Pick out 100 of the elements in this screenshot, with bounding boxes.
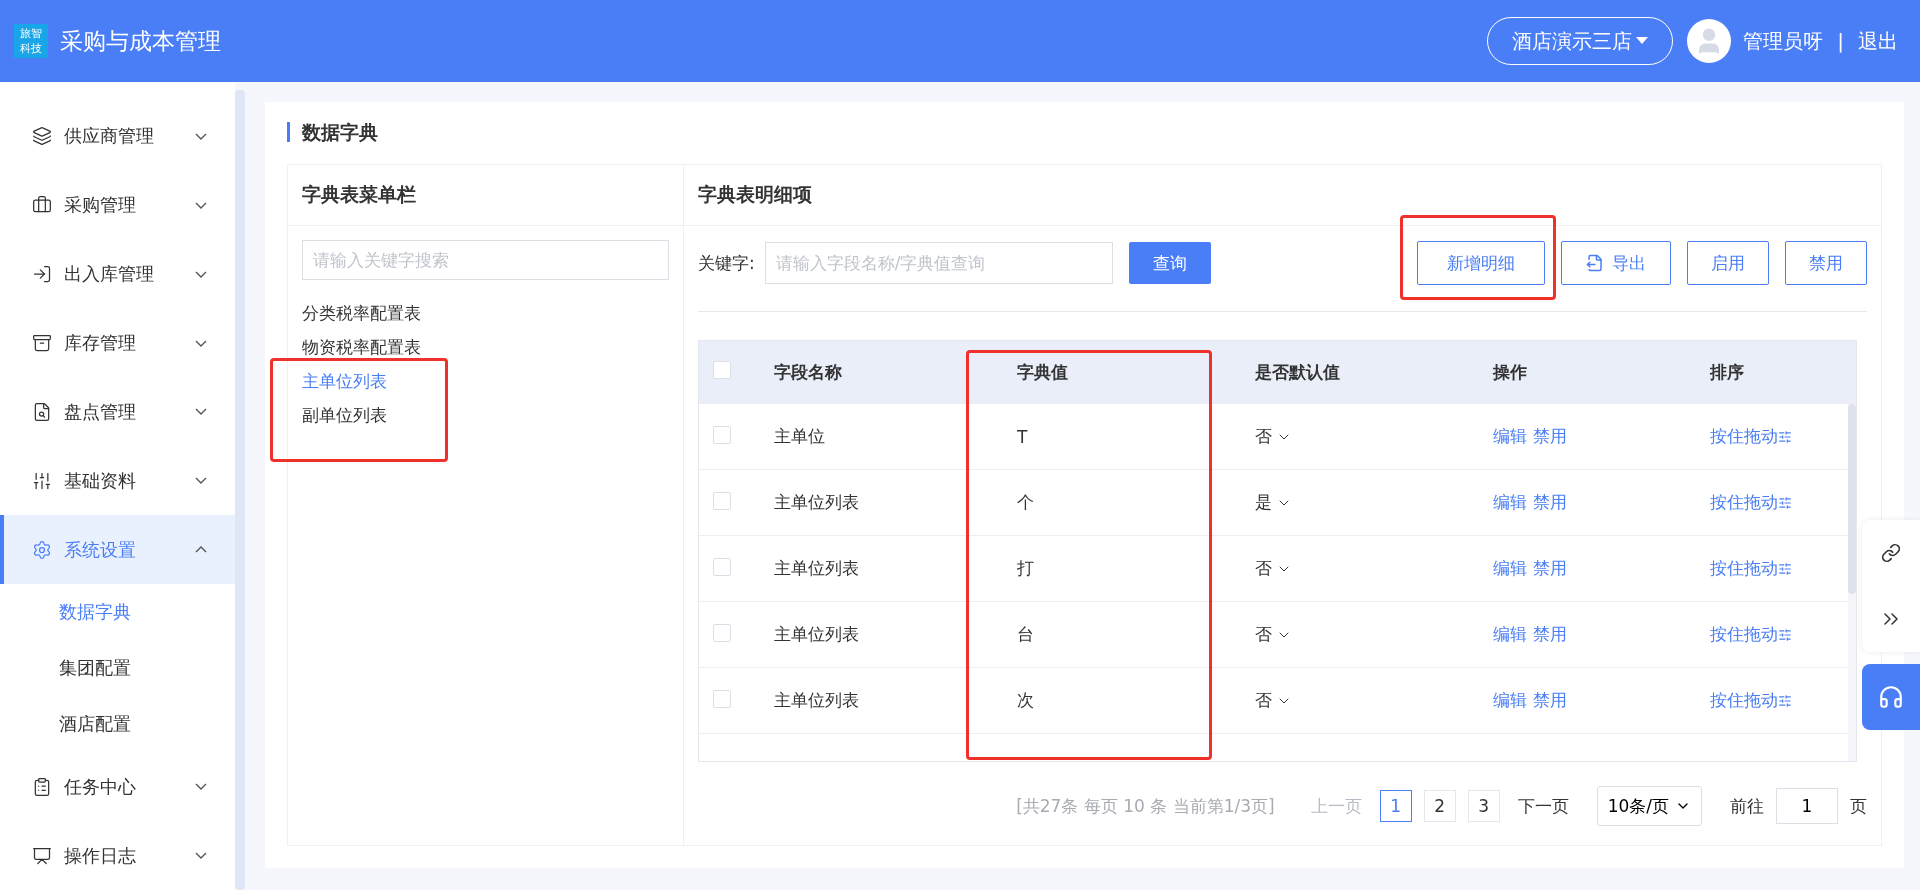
default-dropdown[interactable]: 否 — [1255, 623, 1292, 646]
query-button[interactable]: 查询 — [1128, 242, 1211, 284]
sidebar-item[interactable]: 基础资料 — [0, 446, 235, 516]
action-link[interactable]: 禁用 — [1533, 426, 1567, 446]
drag-handle[interactable]: 按住拖动 — [1710, 689, 1792, 712]
toolbar-button[interactable]: 禁用 — [1785, 241, 1867, 285]
sidebar-scrollbar[interactable] — [235, 90, 245, 890]
app-title: 采购与成本管理 — [60, 26, 222, 56]
column-header: 操作 — [1493, 360, 1528, 384]
table-cell-text: 主单位列表 — [774, 689, 860, 712]
sidebar-item[interactable]: 系统设置 — [0, 515, 235, 584]
sidebar-subitem[interactable]: 酒店配置 — [0, 696, 235, 753]
page-title: 数据字典 — [287, 122, 1882, 142]
door-arrow-icon — [32, 264, 52, 285]
checklist-icon — [32, 776, 52, 797]
table-cell-text: 个 — [1017, 491, 1035, 514]
sidebar-item[interactable]: 任务中心 — [0, 752, 235, 822]
column-header: 字段名称 — [774, 360, 843, 384]
column-header: 排序 — [1710, 360, 1745, 384]
action-link[interactable]: 禁用 — [1533, 492, 1567, 512]
table-cell-text: 次 — [1017, 689, 1035, 712]
toolbar-button[interactable]: 启用 — [1687, 241, 1769, 285]
action-link[interactable]: 编辑 — [1493, 624, 1527, 644]
document-search-icon — [32, 401, 52, 422]
drag-handle[interactable]: 按住拖动 — [1710, 425, 1792, 448]
page-suffix: 页 — [1850, 794, 1867, 818]
chevron-down-icon — [195, 852, 207, 860]
sidebar-item[interactable]: 操作日志 — [0, 821, 235, 890]
headset-icon — [1878, 684, 1904, 710]
page-number-field[interactable]: 1 — [1776, 788, 1838, 824]
export-button[interactable]: 导出 — [1561, 241, 1671, 285]
checkbox[interactable] — [713, 491, 731, 510]
sidebar-subitem[interactable]: 数据字典 — [0, 584, 235, 641]
table-cell-text: 主单位列表 — [774, 557, 860, 580]
action-link[interactable]: 禁用 — [1533, 690, 1567, 710]
sidebar-item[interactable]: 库存管理 — [0, 308, 235, 378]
table-cell-text: 台 — [1017, 623, 1035, 646]
sliders-icon — [1778, 693, 1792, 708]
table-cell-text: 主单位列表 — [774, 623, 860, 646]
page-button[interactable]: 1 — [1379, 790, 1412, 822]
dictionary-menu-item[interactable]: 物资税率配置表 — [302, 330, 421, 364]
sidebar-item[interactable]: 采购管理 — [0, 170, 235, 240]
support-button[interactable] — [1862, 664, 1920, 730]
drag-handle[interactable]: 按住拖动 — [1710, 623, 1792, 646]
toolbar-button[interactable]: 新增明细 — [1417, 241, 1545, 285]
default-dropdown[interactable]: 是 — [1255, 491, 1292, 514]
column-header: 字典值 — [1017, 360, 1069, 384]
chevron-up-icon — [195, 546, 207, 554]
layers-icon — [32, 126, 52, 147]
page-size-select[interactable]: 10条/页 — [1596, 786, 1702, 826]
checkbox[interactable] — [713, 689, 731, 708]
dictionary-menu-item[interactable]: 副单位列表 — [302, 398, 387, 432]
action-link[interactable]: 编辑 — [1493, 426, 1527, 446]
checkbox[interactable] — [713, 557, 731, 576]
sidebar-item[interactable]: 出入库管理 — [0, 239, 235, 309]
panel-title: 字典表菜单栏 — [288, 165, 683, 226]
dictionary-menu-item[interactable]: 主单位列表 — [302, 364, 387, 398]
action-link[interactable]: 禁用 — [1533, 624, 1567, 644]
sidebar-item[interactable]: 供应商管理 — [0, 102, 235, 171]
drag-handle[interactable]: 按住拖动 — [1710, 557, 1792, 580]
action-link[interactable]: 编辑 — [1493, 492, 1527, 512]
default-dropdown[interactable]: 否 — [1255, 557, 1292, 580]
keyword-field[interactable]: 请输入字段名称/字典值查询 — [764, 242, 1113, 284]
sidebar-item[interactable]: 盘点管理 — [0, 377, 235, 447]
logout-link[interactable]: 退出 — [1858, 27, 1898, 55]
chevron-down-icon — [195, 477, 207, 485]
table-cell-text: 打 — [1017, 557, 1035, 580]
chevron-down-icon — [195, 201, 207, 209]
settings-icon — [32, 539, 52, 560]
sliders-icon — [1778, 627, 1792, 642]
dictionary-menu-item[interactable]: 分类税率配置表 — [302, 296, 421, 330]
checkbox[interactable] — [713, 623, 731, 642]
action-link[interactable]: 禁用 — [1533, 558, 1567, 578]
logo: 旅智科技 — [14, 24, 48, 58]
action-link[interactable]: 编辑 — [1493, 690, 1527, 710]
export-icon — [1586, 254, 1604, 272]
checkbox[interactable] — [713, 425, 731, 444]
default-dropdown[interactable]: 否 — [1255, 425, 1292, 448]
table-scrollbar[interactable] — [1848, 404, 1856, 761]
table-cell-text: T — [1017, 426, 1029, 447]
page-button[interactable]: 3 — [1467, 790, 1500, 822]
page-button[interactable]: 2 — [1423, 790, 1456, 822]
chevron-down-icon — [195, 783, 207, 791]
pagination-summary: [共27条 每页 10 条 当前第1/3页] — [1016, 794, 1275, 818]
drag-handle[interactable]: 按住拖动 — [1710, 491, 1792, 514]
avatar[interactable] — [1687, 19, 1732, 63]
checkbox[interactable] — [713, 361, 731, 379]
sliders-icon — [32, 470, 52, 491]
chevron-down-icon — [195, 132, 207, 140]
caret-icon — [1636, 37, 1649, 45]
chevron-down-icon — [195, 270, 207, 278]
panel-title: 字典表明细项 — [684, 165, 1881, 226]
sidebar-subitem[interactable]: 集团配置 — [0, 640, 235, 697]
default-dropdown[interactable]: 否 — [1255, 689, 1292, 712]
search-field[interactable]: 请输入关键字搜索 — [302, 240, 669, 280]
next-page-link[interactable]: 下一页 — [1517, 794, 1569, 818]
sliders-icon — [1778, 495, 1792, 510]
action-link[interactable]: 编辑 — [1493, 558, 1527, 578]
sliders-icon — [1778, 561, 1792, 576]
sliders-icon — [1778, 429, 1792, 444]
